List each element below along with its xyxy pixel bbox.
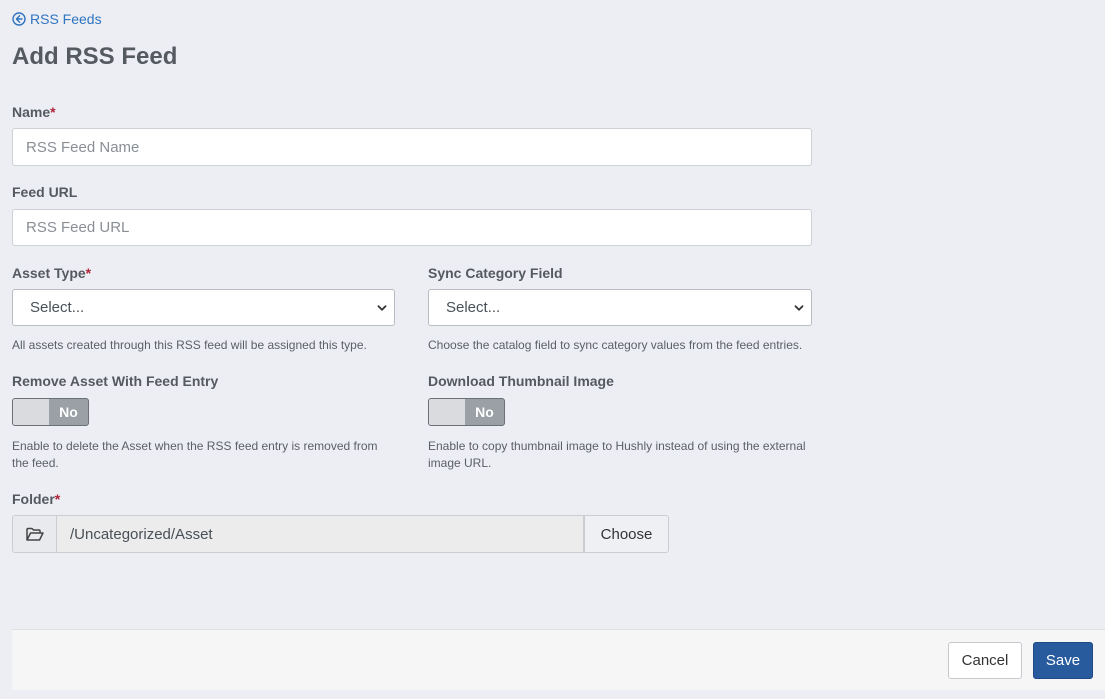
sync-category-selected-value: Select... — [446, 299, 501, 316]
toggle-knob — [13, 399, 49, 425]
sync-category-help: Choose the catalog field to sync categor… — [428, 338, 803, 352]
folder-label-text: Folder — [12, 491, 55, 507]
name-label-text: Name — [12, 104, 51, 120]
download-thumbnail-help-line1: Enable to copy thumbnail image to Hushly… — [428, 439, 806, 453]
chevron-down-icon — [794, 304, 804, 311]
required-marker: * — [54, 491, 61, 507]
required-marker: * — [50, 104, 56, 120]
remove-asset-toggle[interactable]: No — [12, 398, 89, 426]
toggle-knob — [429, 399, 465, 425]
remove-asset-help-line2: the feed. — [12, 456, 59, 470]
name-input[interactable] — [12, 128, 812, 166]
asset-type-selected-value: Select... — [30, 299, 85, 316]
remove-asset-help-line1: Enable to delete the Asset when the RSS … — [12, 439, 378, 453]
name-label: Name* — [12, 104, 56, 120]
remove-asset-help: Enable to delete the Asset when the RSS … — [12, 438, 392, 472]
folder-open-icon — [25, 527, 44, 541]
download-thumbnail-label: Download Thumbnail Image — [428, 373, 614, 389]
asset-type-select[interactable]: Select... — [12, 289, 395, 326]
folder-path-field[interactable]: /Uncategorized/Asset — [57, 515, 584, 553]
download-thumbnail-help-line2: image URL. — [428, 456, 492, 470]
choose-folder-button[interactable]: Choose — [584, 515, 669, 553]
back-to-rss-feeds-link[interactable]: RSS Feeds — [12, 11, 102, 27]
sync-category-label: Sync Category Field — [428, 265, 563, 281]
feed-url-label: Feed URL — [12, 184, 78, 200]
back-link-label: RSS Feeds — [30, 11, 102, 27]
download-thumbnail-toggle[interactable]: No — [428, 398, 505, 426]
chevron-down-icon — [377, 304, 387, 311]
remove-asset-label: Remove Asset With Feed Entry — [12, 373, 219, 389]
sync-category-select[interactable]: Select... — [428, 289, 812, 326]
asset-type-help: All assets created through this RSS feed… — [12, 338, 367, 352]
feed-url-input[interactable] — [12, 209, 812, 246]
download-thumbnail-help: Enable to copy thumbnail image to Hushly… — [428, 438, 828, 472]
toggle-state-text: No — [59, 404, 78, 420]
form-footer: Cancel Save — [12, 629, 1105, 690]
asset-type-label: Asset Type* — [12, 265, 91, 281]
arrow-circle-left-icon — [12, 12, 26, 26]
required-marker: * — [85, 265, 92, 281]
cancel-button[interactable]: Cancel — [948, 642, 1022, 679]
asset-type-label-text: Asset Type — [12, 265, 86, 281]
folder-icon-addon — [12, 515, 57, 553]
folder-label: Folder* — [12, 491, 60, 507]
save-button[interactable]: Save — [1033, 642, 1093, 679]
toggle-state-text: No — [475, 404, 494, 420]
page-title: Add RSS Feed — [12, 43, 178, 70]
folder-picker: /Uncategorized/Asset Choose — [12, 515, 669, 553]
